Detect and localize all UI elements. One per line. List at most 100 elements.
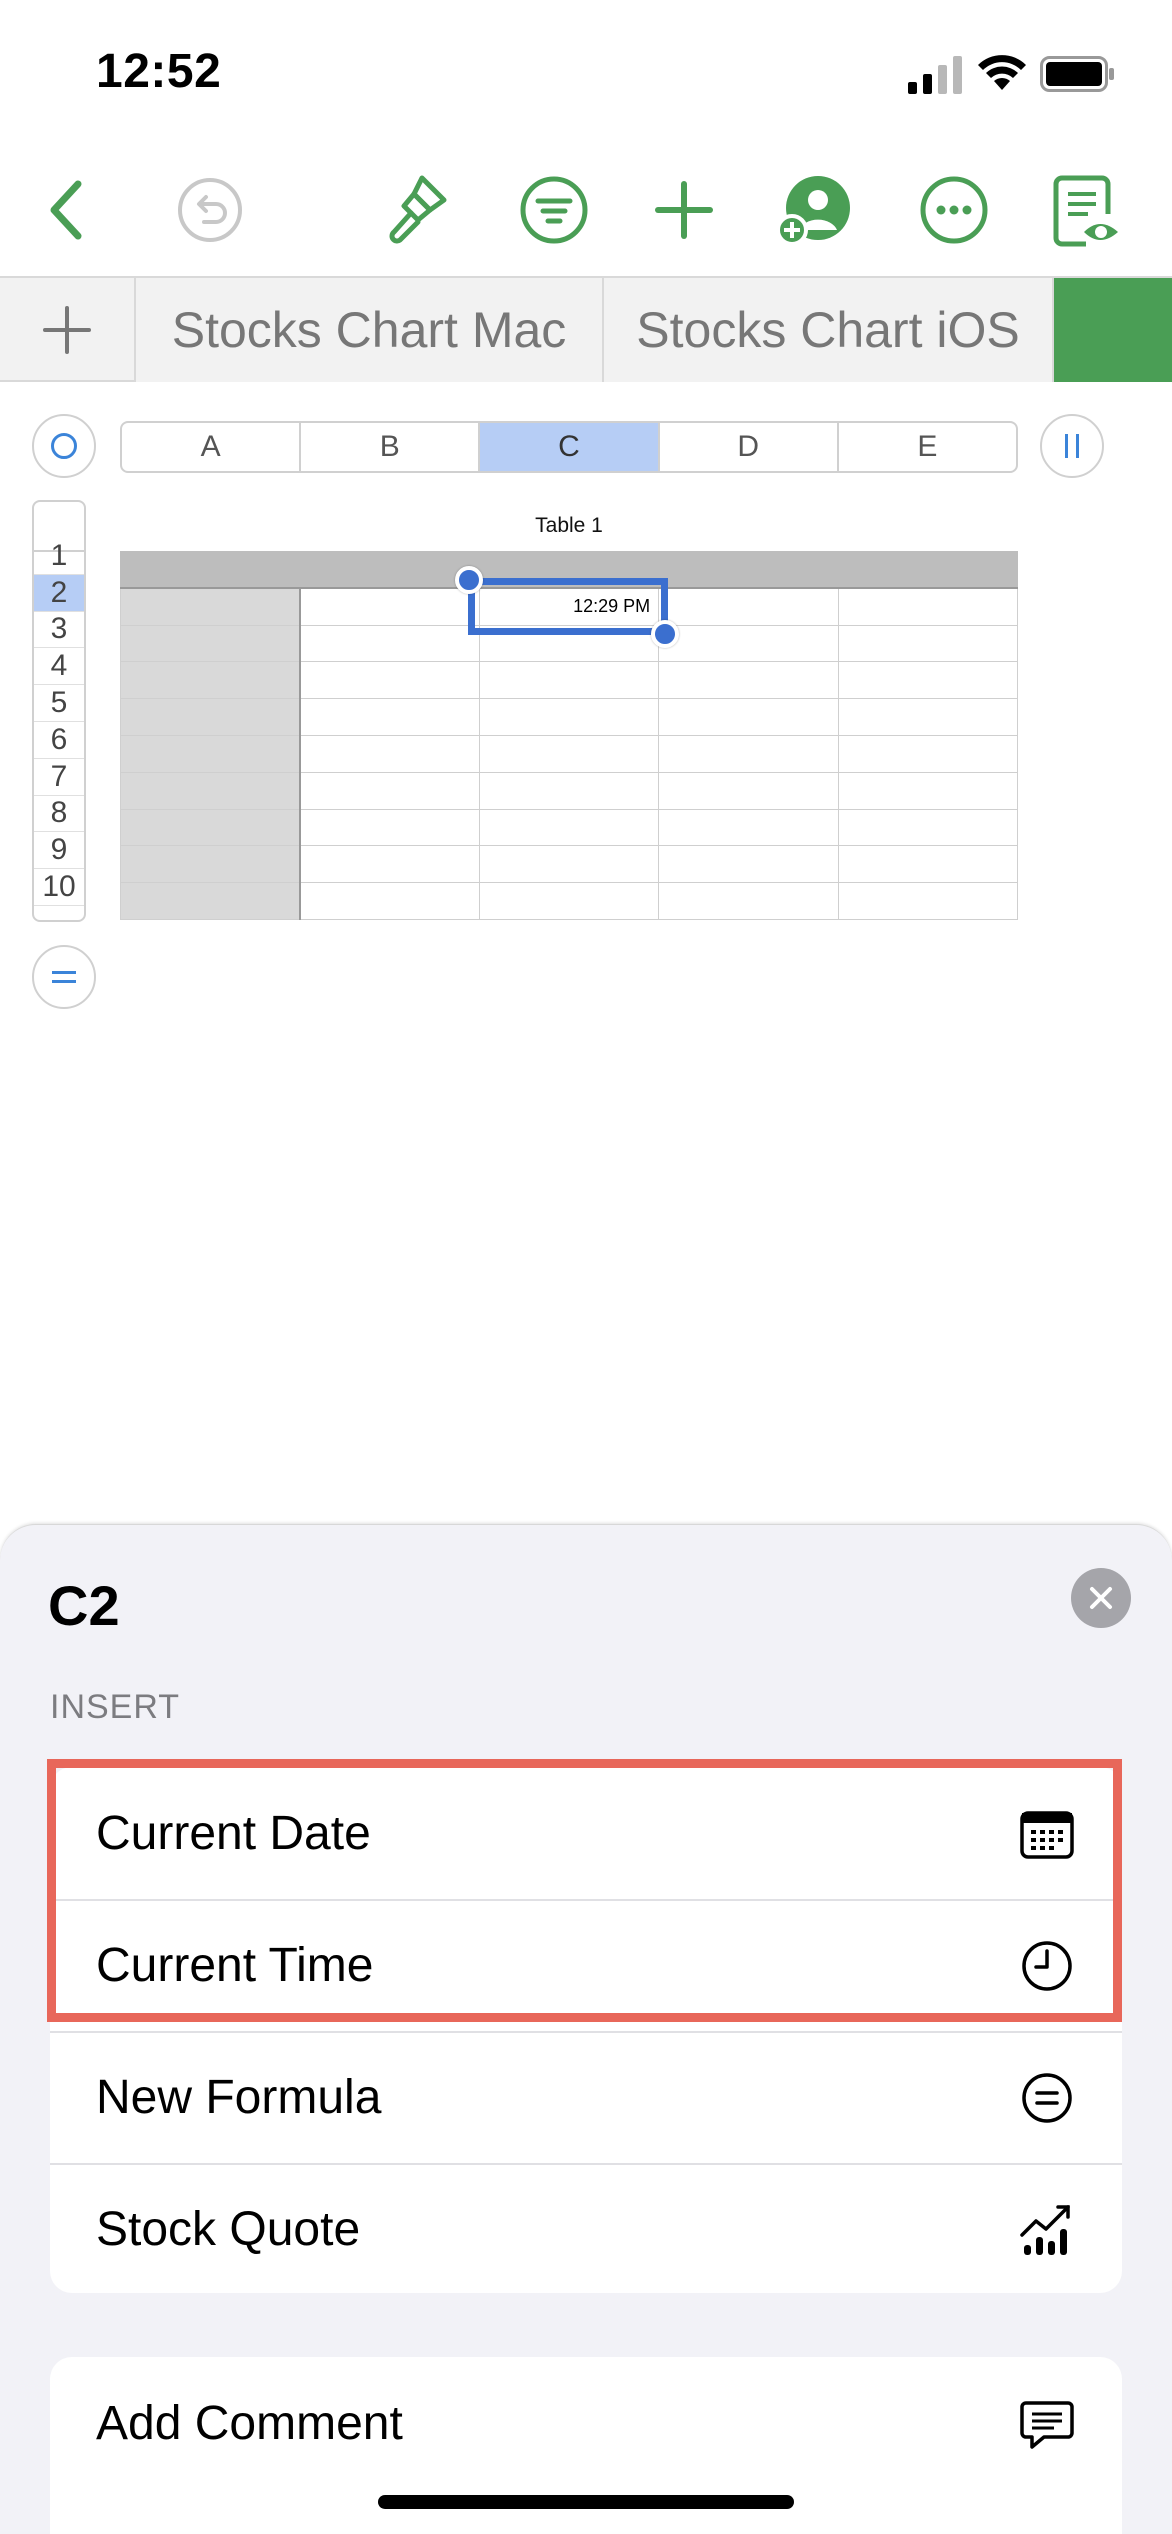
equals-icon	[1022, 2073, 1072, 2123]
tab-stocks-chart-mac[interactable]: Stocks Chart Mac	[136, 278, 604, 382]
table-cell[interactable]	[837, 698, 1019, 736]
comment-icon	[1020, 2401, 1074, 2449]
add-column-handle[interactable]	[1040, 414, 1104, 478]
table-cell[interactable]	[658, 882, 839, 920]
table-cell[interactable]	[478, 734, 660, 773]
row-header-1[interactable]: 1	[34, 538, 84, 575]
tab-stocks-chart-ios[interactable]: Stocks Chart iOS	[604, 278, 1054, 382]
column-header-d[interactable]: D	[660, 423, 839, 471]
row-header-10[interactable]: 10	[34, 869, 84, 906]
table-cell[interactable]	[837, 661, 1019, 700]
close-button[interactable]	[1071, 1568, 1131, 1628]
back-icon[interactable]	[28, 170, 108, 250]
table-cell[interactable]	[299, 845, 480, 884]
home-indicator[interactable]	[378, 2495, 794, 2509]
row-header-5[interactable]: 5	[34, 685, 84, 722]
selection-handle-bottom[interactable]	[651, 620, 679, 648]
current-date-button[interactable]: Current Date	[50, 1767, 1122, 1899]
close-icon	[1090, 1587, 1112, 1609]
table-cell[interactable]	[299, 624, 480, 663]
row-header-3[interactable]: 3	[34, 612, 84, 649]
table-cell[interactable]	[119, 551, 301, 590]
row-header-2[interactable]: 2	[34, 574, 84, 612]
filter-icon[interactable]	[514, 170, 594, 250]
status-bar: 12:52	[0, 0, 1172, 140]
table-cell[interactable]	[299, 808, 480, 847]
table-cell[interactable]	[299, 551, 480, 590]
undo-icon[interactable]	[170, 170, 250, 250]
table-cell[interactable]	[658, 587, 839, 626]
table-cell[interactable]	[837, 771, 1019, 810]
table-cell[interactable]	[837, 845, 1019, 884]
table-cell[interactable]	[658, 771, 839, 810]
table-cell[interactable]	[119, 808, 301, 847]
table-cell[interactable]	[119, 624, 301, 663]
table-cell[interactable]	[119, 734, 301, 773]
row-header-4[interactable]: 4	[34, 648, 84, 686]
table-cell[interactable]	[658, 551, 839, 590]
table-cell[interactable]	[119, 882, 301, 920]
cell-actions-sheet: C2 INSERT Current Date Current Time New …	[0, 1524, 1172, 2534]
table-cell[interactable]	[119, 587, 301, 626]
table-cell[interactable]	[478, 882, 660, 920]
insert-section-label: INSERT	[50, 1688, 181, 1726]
reader-view-icon[interactable]	[1048, 170, 1128, 250]
current-date-label: Current Date	[96, 1806, 371, 1860]
new-formula-button[interactable]: New Formula	[50, 2031, 1122, 2163]
row-header-7[interactable]: 7	[34, 759, 84, 796]
table-cell[interactable]	[658, 845, 839, 884]
table-cell[interactable]	[658, 808, 839, 847]
table-cell[interactable]	[478, 661, 660, 700]
table-cell[interactable]	[837, 624, 1019, 663]
table-cell[interactable]	[658, 624, 839, 663]
row-header-9[interactable]: 9	[34, 832, 84, 870]
cellular-signal-icon	[908, 56, 962, 94]
add-sheet-button[interactable]	[0, 278, 136, 382]
current-time-button[interactable]: Current Time	[50, 1899, 1122, 2031]
add-row-handle[interactable]	[32, 945, 96, 1009]
selection-handle-top[interactable]	[455, 566, 483, 594]
row-header-6[interactable]: 6	[34, 722, 84, 759]
table-title[interactable]: Table 1	[120, 514, 1018, 538]
stock-quote-button[interactable]: Stock Quote	[50, 2163, 1122, 2293]
table-cell[interactable]	[119, 698, 301, 736]
table-cell[interactable]	[119, 845, 301, 884]
table-cell[interactable]	[837, 734, 1019, 773]
more-icon[interactable]	[914, 170, 994, 250]
table-cell[interactable]	[478, 845, 660, 884]
table-cell[interactable]	[299, 771, 480, 810]
table-cell[interactable]	[658, 661, 839, 700]
sheet-title: C2	[48, 1574, 120, 1637]
table-cell[interactable]	[658, 698, 839, 736]
add-comment-label: Add Comment	[96, 2396, 403, 2450]
column-header-e[interactable]: E	[839, 423, 1016, 471]
column-header-a[interactable]: A	[122, 423, 302, 471]
table-cell[interactable]	[478, 698, 660, 736]
collaborate-icon[interactable]	[774, 170, 854, 250]
table-cell[interactable]	[119, 661, 301, 700]
add-comment-button[interactable]: Add Comment	[50, 2357, 1122, 2489]
table-cell[interactable]	[299, 698, 480, 736]
table-cell[interactable]	[837, 587, 1019, 626]
tab-active-sheet[interactable]	[1054, 278, 1172, 382]
column-header-b[interactable]: B	[301, 423, 481, 471]
table-cell[interactable]	[299, 661, 480, 700]
table-cell[interactable]	[837, 808, 1019, 847]
table-cell[interactable]	[299, 882, 480, 920]
current-time-label: Current Time	[96, 1938, 374, 1992]
table-cell[interactable]	[837, 551, 1019, 590]
table-cell[interactable]	[299, 734, 480, 773]
row-headers: 1 2 3 4 5 6 7 8 9 10	[32, 500, 86, 922]
cell-selection-outline	[468, 578, 668, 635]
table-cell[interactable]	[119, 771, 301, 810]
row-header-8[interactable]: 8	[34, 796, 84, 833]
select-table-button[interactable]	[32, 414, 96, 478]
add-icon[interactable]	[644, 170, 724, 250]
format-brush-icon[interactable]	[378, 170, 458, 250]
table-cell[interactable]	[478, 771, 660, 810]
table-cell[interactable]	[658, 734, 839, 773]
table-cell[interactable]	[299, 587, 480, 626]
table-cell[interactable]	[478, 808, 660, 847]
column-header-c[interactable]: C	[480, 423, 660, 471]
table-cell[interactable]	[837, 882, 1019, 920]
